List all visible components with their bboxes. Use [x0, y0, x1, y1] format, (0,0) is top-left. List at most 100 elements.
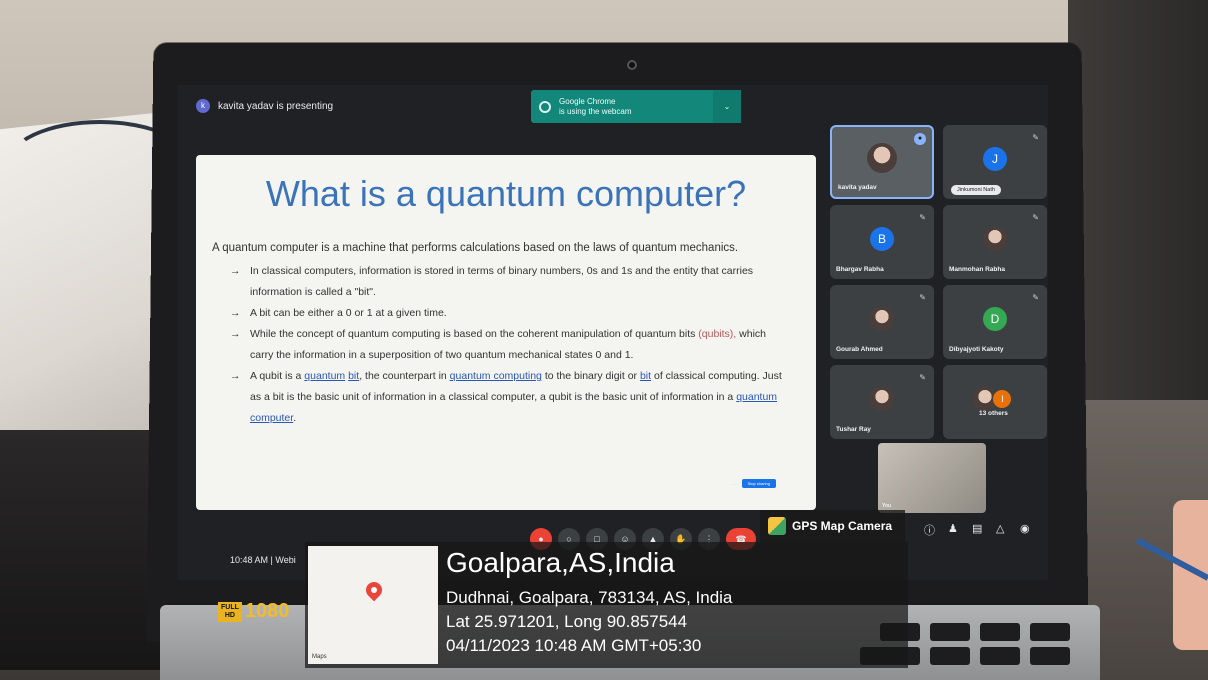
link-quantum-computing[interactable]: quantum computing: [450, 370, 542, 382]
avatar: J: [983, 147, 1007, 171]
link-quantum[interactable]: quantum: [304, 370, 345, 382]
geotag-coords: Lat 25.971201, Long 90.857544: [446, 612, 688, 631]
arrow-icon: →: [230, 265, 241, 277]
map-pin-icon: [362, 578, 386, 602]
mic-off-icon: ✎: [919, 213, 926, 222]
qubits-term: (qubits),: [698, 328, 737, 340]
mic-off-icon: ✎: [919, 293, 926, 302]
slide-title: What is a quantum computer?: [265, 173, 747, 214]
presenter-avatar: k: [196, 99, 210, 113]
participant-tile-others[interactable]: I 13 others: [943, 365, 1047, 439]
gps-camera-header: GPS Map Camera: [760, 510, 905, 542]
hd-line1: FULL: [221, 603, 239, 611]
host-controls-icon[interactable]: ◉: [1020, 522, 1030, 535]
slide-intro: A quantum computer is a machine that per…: [212, 242, 739, 254]
meeting-code: Webi: [275, 555, 296, 565]
clock-time: 10:48 AM: [230, 555, 269, 565]
webcam-banner-line1: Google Chrome: [559, 96, 616, 106]
participant-tile[interactable]: ✎ D Dibyajyoti Kakoty: [943, 285, 1047, 359]
arrow-icon: →: [230, 307, 241, 319]
hd-line2: HD: [224, 611, 235, 619]
speaking-icon: ●: [914, 133, 926, 145]
laptop-screen: k kavita yadav is presenting Google Chro…: [178, 85, 1048, 580]
gps-camera-logo: [768, 517, 786, 535]
slide-bullets: → In classical computers, information is …: [226, 261, 786, 429]
participant-name: Bhargav Rabha: [836, 266, 884, 273]
avatar: [867, 143, 897, 173]
bullet-text: In classical computers, information is s…: [250, 265, 754, 298]
webcam-banner[interactable]: Google Chrome is using the webcam ⌄: [531, 90, 741, 123]
link-bit[interactable]: bit: [348, 370, 359, 382]
bullet-text: While the concept of quantum computing i…: [250, 328, 696, 340]
self-preview[interactable]: You: [878, 443, 986, 513]
webcam-banner-line2: is using the webcam: [559, 106, 632, 116]
key: [1030, 623, 1070, 641]
participant-name: Manmohan Rabha: [949, 266, 1005, 273]
key: [980, 647, 1020, 665]
webcam: [627, 60, 637, 70]
link-bit-2[interactable]: bit: [640, 370, 651, 382]
chat-icon[interactable]: ▤: [972, 522, 982, 535]
hd-label: FULL HD: [218, 601, 242, 622]
background-monitor: [1068, 0, 1208, 420]
arrow-icon: →: [230, 370, 241, 382]
full-hd-badge: FULL HD 1080: [218, 600, 289, 623]
presenter-bar: k kavita yadav is presenting: [196, 99, 333, 113]
self-preview-label: You: [882, 503, 892, 509]
hd-resolution: 1080: [244, 600, 290, 622]
mic-off-icon: ✎: [1032, 133, 1039, 142]
maps-label: Maps: [312, 654, 327, 660]
mic-off-icon: ✎: [1032, 293, 1039, 302]
participant-name: kavita yadav: [838, 184, 877, 191]
presenter-label: kavita yadav is presenting: [218, 100, 334, 112]
mic-off-icon: ✎: [1032, 213, 1039, 222]
arrow-icon: →: [230, 328, 241, 340]
sharing-notice-text: ...: [732, 481, 736, 486]
participant-tile-self[interactable]: ● kavita yadav: [830, 125, 934, 199]
key: [930, 647, 970, 665]
key: [980, 623, 1020, 641]
stop-sharing-button[interactable]: Stop sharing: [741, 479, 776, 488]
participant-tile[interactable]: ✎ B Bhargav Rabha: [830, 205, 934, 279]
webcam-icon: [539, 100, 551, 113]
geotag-timestamp: 04/11/2023 10:48 AM GMT+05:30: [446, 636, 702, 655]
webcam-banner-text: Google Chrome is using the webcam: [559, 97, 631, 117]
mic-off-icon: ✎: [919, 373, 926, 382]
participant-tile[interactable]: ✎ Gourab Ahmed: [830, 285, 934, 359]
chevron-down-icon[interactable]: ⌄: [713, 90, 741, 123]
sharing-notice: ... Stop sharing: [732, 479, 776, 488]
key: [930, 623, 970, 641]
bullet-text: .: [293, 412, 297, 424]
clock-separator: |: [270, 555, 273, 565]
avatar: D: [983, 307, 1007, 331]
avatar: [983, 227, 1007, 251]
participant-tile[interactable]: ✎ Tushar Ray: [830, 365, 934, 439]
key: [1030, 647, 1070, 665]
people-icon[interactable]: ♟: [948, 522, 958, 535]
bullet-text: to the binary digit or: [544, 370, 638, 382]
bullet-item: → In classical computers, information is …: [226, 261, 786, 303]
bullet-text: A bit can be either a 0 or 1 at a given …: [250, 307, 447, 319]
bullet-item: → While the concept of quantum computing …: [226, 324, 786, 366]
avatar: [870, 307, 894, 331]
avatar: I: [993, 390, 1012, 408]
avatar: B: [870, 227, 894, 251]
bullet-item: → A bit can be either a 0 or 1 at a given…: [226, 303, 786, 324]
avatar: [870, 387, 894, 411]
participant-name: Dibyajyoti Kakoty: [949, 346, 1004, 353]
map-thumbnail: Maps: [308, 546, 438, 664]
participant-tile[interactable]: ✎ J Jinkumoni Nath: [943, 125, 1047, 199]
gps-camera-title: GPS Map Camera: [792, 519, 893, 533]
bullet-item: → A qubit is a quantum bit, the counterpa…: [226, 366, 786, 429]
participant-name: 13 others: [979, 410, 1008, 417]
geotag-city: Goalpara,AS,India: [446, 547, 675, 578]
participant-tile[interactable]: ✎ Manmohan Rabha: [943, 205, 1047, 279]
participant-name: Tushar Ray: [836, 426, 871, 433]
presentation-slide: What is a quantum computer? A quantum co…: [196, 155, 816, 510]
bullet-text: , the counterpart in: [359, 370, 447, 382]
meeting-clock: 10:48 AM | Webi: [230, 555, 296, 565]
participant-name: Jinkumoni Nath: [951, 185, 1001, 195]
bullet-text: A qubit is a: [250, 370, 302, 382]
activities-icon[interactable]: △: [996, 522, 1004, 535]
info-icon[interactable]: ⓘ: [924, 522, 935, 538]
